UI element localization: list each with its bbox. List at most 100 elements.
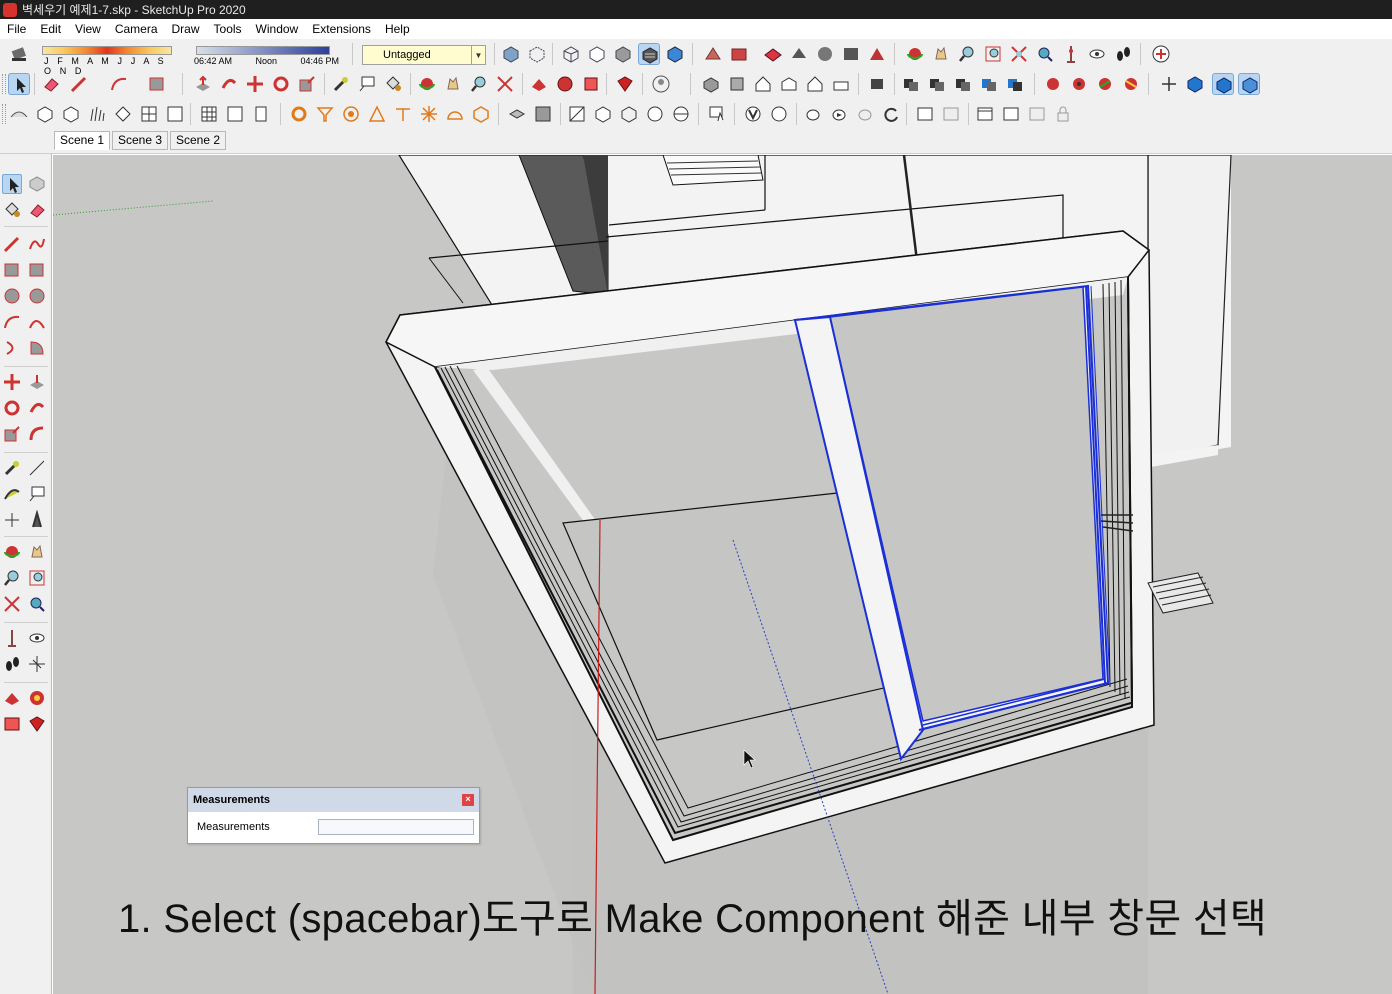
- tape-measure-icon[interactable]: [2, 458, 22, 478]
- position-camera-icon[interactable]: [2, 628, 22, 648]
- previous-view-icon[interactable]: [1034, 43, 1056, 65]
- protractor-icon[interactable]: [2, 484, 22, 504]
- iso-view-icon[interactable]: [700, 73, 722, 95]
- tab-scene-1[interactable]: Scene 1: [54, 131, 111, 150]
- user-account-icon[interactable]: [650, 73, 672, 95]
- measurements-input[interactable]: [317, 819, 474, 835]
- zoom-window-icon[interactable]: [982, 43, 1004, 65]
- send-to-layout-icon[interactable]: [2, 714, 22, 734]
- menu-view[interactable]: View: [68, 19, 108, 39]
- rotate-tool-icon[interactable]: [270, 73, 292, 95]
- zoom-extents-icon[interactable]: [1008, 43, 1030, 65]
- zoom-extents-tool-icon[interactable]: [494, 73, 516, 95]
- sandbox-stamp-icon[interactable]: [1120, 73, 1142, 95]
- top-view-icon[interactable]: [726, 73, 748, 95]
- hidden-line-style-icon[interactable]: [586, 43, 608, 65]
- pie-icon[interactable]: [27, 338, 47, 358]
- line-tool-icon[interactable]: [68, 73, 90, 95]
- look-around-icon[interactable]: [27, 628, 47, 648]
- sandbox-from-contours-icon[interactable]: [1042, 73, 1064, 95]
- box-icon[interactable]: [34, 103, 56, 125]
- menu-draw[interactable]: Draw: [165, 19, 207, 39]
- menu-window[interactable]: Window: [249, 19, 306, 39]
- solid-split-icon[interactable]: [1004, 73, 1026, 95]
- paint-bucket-icon[interactable]: [2, 200, 22, 220]
- hand-select-icon[interactable]: [706, 103, 728, 125]
- polygon-icon[interactable]: [27, 286, 47, 306]
- circle-icon[interactable]: [2, 286, 22, 306]
- text-icon[interactable]: [27, 484, 47, 504]
- rectangle-tool-icon[interactable]: [146, 73, 168, 95]
- ruby-icon[interactable]: [614, 73, 636, 95]
- select-tool-icon[interactable]: [8, 73, 30, 95]
- grid-icon[interactable]: [198, 103, 220, 125]
- rectangle-icon[interactable]: [2, 260, 22, 280]
- components-icon[interactable]: [554, 73, 576, 95]
- solid-union-icon[interactable]: [900, 73, 922, 95]
- model-viewport[interactable]: [53, 155, 1392, 994]
- eraser-icon[interactable]: [27, 200, 47, 220]
- arc-tool-icon[interactable]: [108, 73, 130, 95]
- texture-icon[interactable]: [566, 103, 588, 125]
- viewport-icon[interactable]: [1000, 103, 1022, 125]
- close-icon[interactable]: ×: [462, 794, 474, 806]
- sandbox-drape-icon[interactable]: [8, 103, 30, 125]
- scale-icon[interactable]: [2, 424, 22, 444]
- axes-tool-icon[interactable]: [1158, 73, 1180, 95]
- select-tool-icon[interactable]: [2, 174, 22, 194]
- frame-buffer-icon[interactable]: [914, 103, 936, 125]
- menu-extensions[interactable]: Extensions: [305, 19, 378, 39]
- pan-icon[interactable]: [27, 542, 47, 562]
- image-icon[interactable]: [1026, 103, 1048, 125]
- layout-icon[interactable]: [814, 43, 836, 65]
- cube-wire-icon[interactable]: [618, 103, 640, 125]
- shadow-time-slider[interactable]: 06:42 AM Noon 04:46 PM: [194, 43, 339, 68]
- frame-icon[interactable]: [164, 103, 186, 125]
- section-fill-icon[interactable]: [866, 73, 888, 95]
- previous-view-icon[interactable]: [27, 594, 47, 614]
- menu-file[interactable]: File: [0, 19, 33, 39]
- orbit-tool-icon[interactable]: [416, 73, 438, 95]
- render-icon[interactable]: [828, 103, 850, 125]
- solid-intersect-icon[interactable]: [926, 73, 948, 95]
- eraser-tool-icon[interactable]: [40, 73, 62, 95]
- extension-warehouse-icon[interactable]: [27, 688, 47, 708]
- rotated-rectangle-icon[interactable]: [27, 260, 47, 280]
- extension-manager-icon[interactable]: [580, 73, 602, 95]
- scene-icon[interactable]: [532, 103, 554, 125]
- solid-trim-icon[interactable]: [978, 73, 1000, 95]
- back-edges-style-icon[interactable]: [526, 43, 548, 65]
- menu-help[interactable]: Help: [378, 19, 417, 39]
- section-plane-icon[interactable]: [27, 654, 47, 674]
- cube-grid-icon[interactable]: [592, 103, 614, 125]
- tile-icon[interactable]: [112, 103, 134, 125]
- perspective-toggle-icon[interactable]: [1212, 73, 1234, 95]
- shaded-textures-style-icon[interactable]: [638, 43, 660, 65]
- zoom-icon[interactable]: [956, 43, 978, 65]
- burst-icon[interactable]: [418, 103, 440, 125]
- circle-target-icon[interactable]: [340, 103, 362, 125]
- back-view-icon[interactable]: [804, 73, 826, 95]
- three-point-arc-icon[interactable]: [2, 338, 22, 358]
- make-component-icon[interactable]: [27, 174, 47, 194]
- wireframe-style-icon[interactable]: [560, 43, 582, 65]
- menu-camera[interactable]: Camera: [108, 19, 165, 39]
- orbit-icon[interactable]: [2, 542, 22, 562]
- tab-scene-2[interactable]: Scene 2: [170, 131, 227, 150]
- zoom-tool-icon[interactable]: [468, 73, 490, 95]
- line-icon[interactable]: [2, 234, 22, 254]
- refresh-icon[interactable]: [880, 103, 902, 125]
- gear-icon[interactable]: [288, 103, 310, 125]
- tag-dropdown[interactable]: Untagged ▼: [362, 45, 486, 65]
- parallel-projection-icon[interactable]: [1238, 73, 1260, 95]
- shaded-style-icon[interactable]: [612, 43, 634, 65]
- two-point-arc-icon[interactable]: [27, 312, 47, 332]
- push-pull-tool-icon[interactable]: [192, 73, 214, 95]
- funnel-icon[interactable]: [314, 103, 336, 125]
- layer-stack-icon[interactable]: [506, 103, 528, 125]
- dome-icon[interactable]: [444, 103, 466, 125]
- look-around-icon[interactable]: [1086, 43, 1108, 65]
- interactive-render-icon[interactable]: [854, 103, 876, 125]
- triangle-icon[interactable]: [366, 103, 388, 125]
- scale-tool-icon[interactable]: [296, 73, 318, 95]
